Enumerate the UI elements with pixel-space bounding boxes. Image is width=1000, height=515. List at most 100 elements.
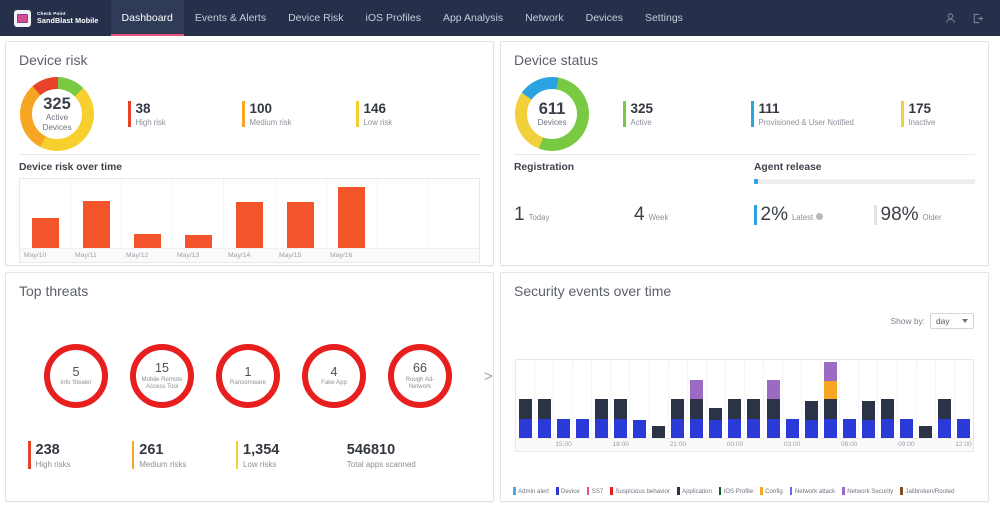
nav-item-network[interactable]: Network [514, 0, 575, 36]
nav-item-events-alerts[interactable]: Events & Alerts [184, 0, 277, 36]
bar-segment[interactable] [843, 419, 856, 439]
legend-item[interactable]: Suspicious behavior [610, 487, 670, 495]
bar-segment[interactable] [747, 419, 760, 439]
bar-segment[interactable] [728, 419, 741, 439]
nav-item-devices[interactable]: Devices [575, 0, 634, 36]
bar[interactable] [32, 218, 59, 248]
bar-column[interactable] [173, 179, 224, 248]
stacked-bar-column[interactable] [802, 360, 821, 438]
bar-segment[interactable] [862, 401, 875, 421]
bar-segment[interactable] [633, 420, 646, 438]
device-status-donut[interactable]: 611 Devices [515, 77, 589, 151]
bar-segment[interactable] [690, 380, 703, 400]
bar-segment[interactable] [824, 399, 837, 419]
stacked-bar-column[interactable] [535, 360, 554, 438]
bar-segment[interactable] [595, 399, 608, 419]
legend-item[interactable]: Application [677, 487, 712, 495]
bar-segment[interactable] [709, 408, 722, 420]
bar-segment[interactable] [614, 419, 627, 439]
stacked-bar-column[interactable] [726, 360, 745, 438]
stacked-bar-column[interactable] [764, 360, 783, 438]
stacked-bar-column[interactable] [917, 360, 936, 438]
stacked-bar-column[interactable] [554, 360, 573, 438]
stacked-bar-column[interactable] [840, 360, 859, 438]
bar-segment[interactable] [538, 419, 551, 439]
stacked-bar-column[interactable] [878, 360, 897, 438]
bar-segment[interactable] [824, 362, 837, 382]
agent-release-progress-bar[interactable] [754, 179, 975, 184]
threat-circle[interactable]: 5Info Stealer [44, 344, 108, 408]
legend-item[interactable]: Network Security [842, 487, 893, 495]
stacked-bar-column[interactable] [592, 360, 611, 438]
bar-segment[interactable] [709, 420, 722, 438]
show-by-select[interactable]: day [930, 313, 974, 329]
bar-segment[interactable] [957, 419, 970, 439]
bar-column[interactable] [71, 179, 122, 248]
stacked-bar-column[interactable] [630, 360, 649, 438]
nav-item-dashboard[interactable]: Dashboard [111, 0, 184, 36]
bar-segment[interactable] [519, 399, 532, 419]
stacked-bar-column[interactable] [650, 360, 669, 438]
bar-segment[interactable] [919, 426, 932, 438]
bar-column[interactable] [327, 179, 378, 248]
bar-segment[interactable] [652, 426, 665, 438]
user-icon[interactable] [944, 12, 957, 25]
legend-item[interactable]: Network attack [790, 487, 835, 495]
bar-segment[interactable] [671, 419, 684, 439]
bar-column[interactable] [224, 179, 275, 248]
bar-segment[interactable] [767, 380, 780, 400]
security-events-bar-chart[interactable]: 15:0018:0021:0000:0003:0006:0009:0012:00 [515, 359, 974, 452]
bar-segment[interactable] [805, 401, 818, 421]
bar-segment[interactable] [690, 419, 703, 439]
legend-item[interactable]: Config [760, 487, 783, 495]
legend-item[interactable]: SS7 [587, 487, 604, 495]
nav-item-ios-profiles[interactable]: iOS Profiles [355, 0, 432, 36]
bar-segment[interactable] [728, 399, 741, 419]
stacked-bar-column[interactable] [783, 360, 802, 438]
bar-segment[interactable] [824, 419, 837, 439]
stacked-bar-column[interactable] [669, 360, 688, 438]
bar-segment[interactable] [786, 419, 799, 439]
bar-segment[interactable] [671, 399, 684, 419]
legend-item[interactable]: Device [556, 487, 580, 495]
bar[interactable] [287, 202, 314, 248]
bar-segment[interactable] [881, 419, 894, 439]
bar-segment[interactable] [900, 419, 913, 439]
threat-circle[interactable]: 1Ransomware [216, 344, 280, 408]
bar[interactable] [83, 201, 110, 248]
bar-segment[interactable] [576, 419, 589, 439]
threat-circle[interactable]: 15Mobile Remote Access Tool [130, 344, 194, 408]
stacked-bar-column[interactable] [707, 360, 726, 438]
bar-segment[interactable] [881, 399, 894, 419]
bar-segment[interactable] [557, 419, 570, 439]
bar-segment[interactable] [690, 399, 703, 419]
bar-column[interactable] [429, 179, 479, 248]
nav-item-settings[interactable]: Settings [634, 0, 694, 36]
bar-segment[interactable] [938, 399, 951, 419]
bar-segment[interactable] [519, 419, 532, 439]
nav-item-device-risk[interactable]: Device Risk [277, 0, 354, 36]
legend-item[interactable]: iOS Profile [719, 487, 753, 495]
stacked-bar-column[interactable] [955, 360, 973, 438]
legend-item[interactable]: Jailbroken/Rooted [900, 487, 954, 495]
bar-segment[interactable] [938, 419, 951, 439]
bar[interactable] [185, 235, 212, 248]
bar-segment[interactable] [805, 420, 818, 438]
threat-circle[interactable]: 4Fake App [302, 344, 366, 408]
stacked-bar-column[interactable] [745, 360, 764, 438]
stacked-bar-column[interactable] [821, 360, 840, 438]
bar-column[interactable] [378, 179, 429, 248]
threats-next-arrow-icon[interactable]: > [484, 368, 493, 385]
device-risk-donut[interactable]: 325 Active Devices [20, 77, 94, 151]
bar-segment[interactable] [747, 399, 760, 419]
stacked-bar-column[interactable] [573, 360, 592, 438]
stacked-bar-column[interactable] [936, 360, 955, 438]
bar-column[interactable] [276, 179, 327, 248]
bar-segment[interactable] [595, 419, 608, 439]
legend-item[interactable]: Admin alert [513, 487, 549, 495]
bar-segment[interactable] [538, 399, 551, 419]
stacked-bar-column[interactable] [898, 360, 917, 438]
logout-icon[interactable] [971, 12, 984, 25]
bar-segment[interactable] [862, 420, 875, 438]
bar[interactable] [338, 187, 365, 248]
